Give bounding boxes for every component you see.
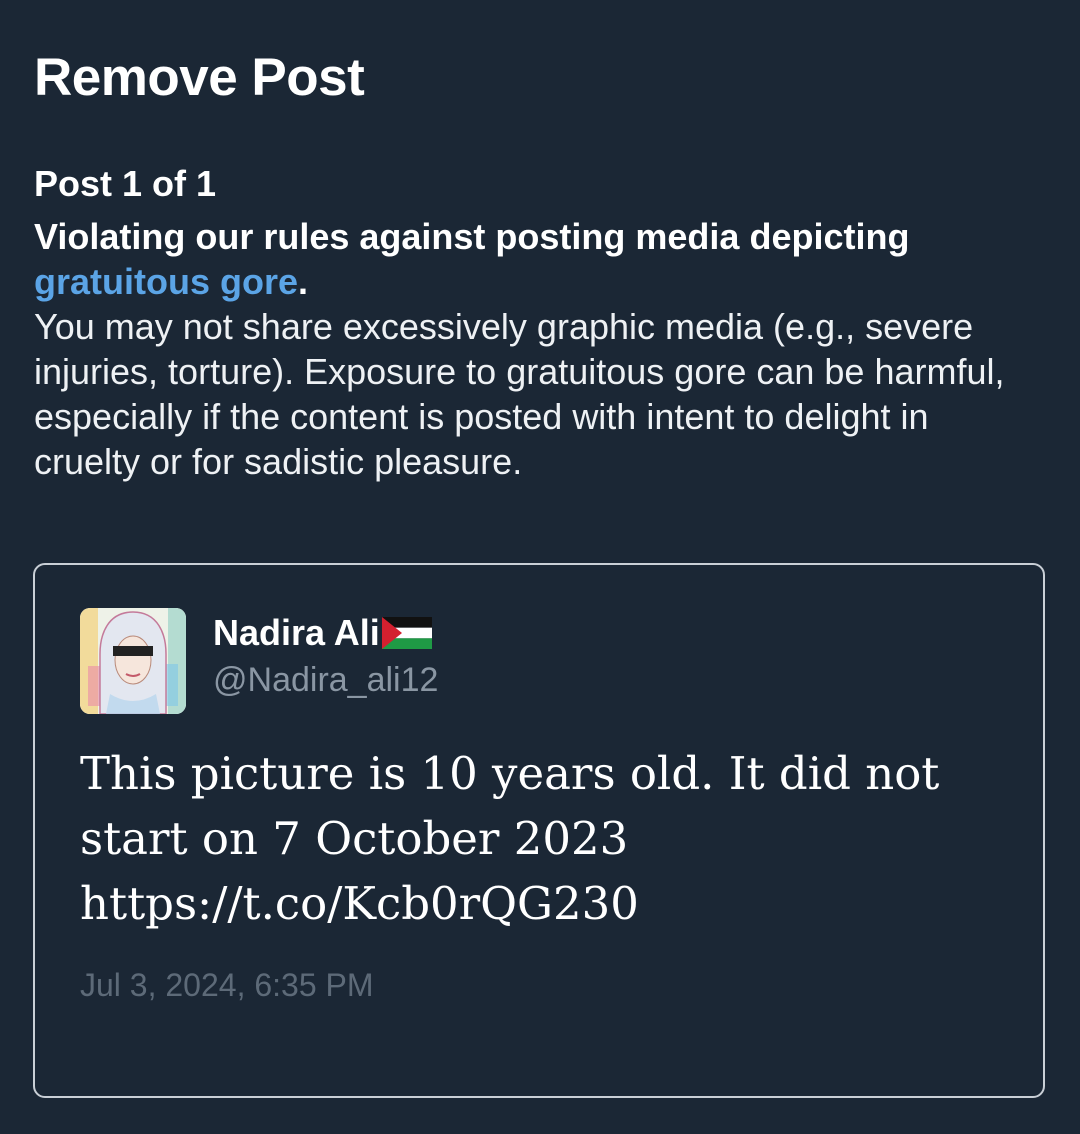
palestine-flag-icon	[381, 617, 432, 649]
post-card[interactable]: Nadira Ali @Nadira_ali12 This picture is…	[33, 563, 1045, 1098]
post-timestamp: Jul 3, 2024, 6:35 PM	[80, 967, 374, 1003]
avatar-image	[80, 608, 186, 714]
author-name[interactable]: Nadira Ali	[213, 611, 432, 655]
violation-description: You may not share excessively graphic me…	[34, 306, 1005, 482]
post-counter: Post 1 of 1	[34, 163, 217, 204]
violation-heading: Violating our rules against posting medi…	[34, 216, 910, 257]
rule-link-gratuitous-gore[interactable]: gratuitous gore	[34, 261, 298, 302]
violation-heading-end: .	[298, 261, 309, 302]
author-handle[interactable]: @Nadira_ali12	[213, 658, 438, 702]
violation-notice: Violating our rules against posting medi…	[34, 214, 1044, 484]
avatar	[80, 608, 186, 714]
post-text: This picture is 10 years old. It did not…	[80, 747, 940, 930]
page-title: Remove Post	[34, 48, 365, 107]
author-name-text: Nadira Ali	[213, 612, 380, 653]
